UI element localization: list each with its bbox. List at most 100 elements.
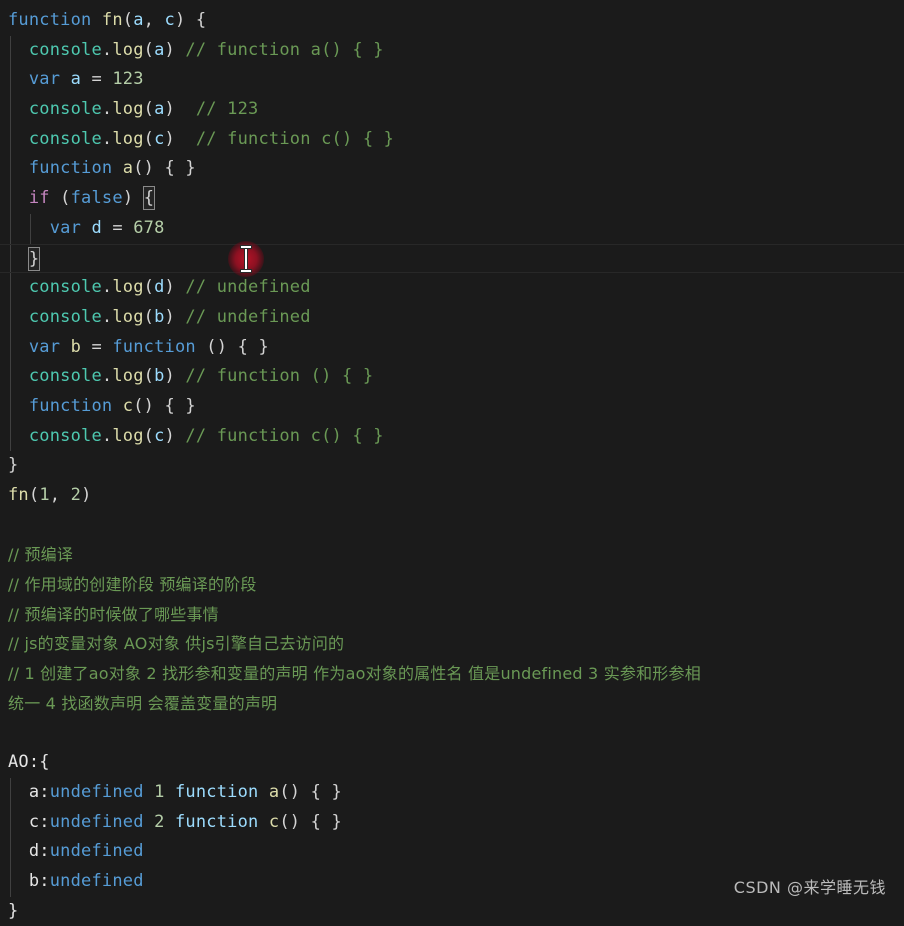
ao-key: c: (28, 811, 50, 832)
token-dot: . (101, 425, 113, 446)
code-editor-surface[interactable]: function fn(a, c) { console.log(a) // fu… (0, 0, 904, 921)
ao-key: b: (28, 870, 50, 891)
code-line[interactable]: if (false) { (0, 184, 904, 214)
code-line[interactable]: var b = function () { } (0, 332, 904, 363)
ao-value: undefined (49, 841, 144, 862)
ao-function-rest: () { } (279, 811, 342, 832)
token-keyword-false: false (70, 188, 123, 209)
token-keyword: function (28, 158, 113, 179)
token-object-console: console (28, 366, 102, 387)
code-line[interactable]: console.log(a) // function a() { } (0, 35, 904, 66)
token-punct: ( (143, 306, 155, 327)
code-line[interactable]: var d = 678 (0, 213, 904, 244)
token-function-name: c (122, 395, 134, 416)
code-line[interactable]: console.log(c) // function c() { } (0, 124, 904, 155)
comment-precompile-what: // 预编译的时候做了哪些事情 (8, 604, 219, 624)
comment-precompile: // 预编译 (8, 545, 74, 565)
token-dot: . (101, 39, 113, 60)
token-arg: c (154, 425, 165, 446)
token-function-name: fn (101, 10, 123, 30)
ao-order-number: 2 (154, 811, 165, 832)
token-punct: ( (143, 39, 155, 60)
code-line[interactable]: console.log(b) // function () { } (0, 362, 904, 392)
ao-key: d: (28, 841, 50, 862)
code-line[interactable]: // 1 创建了ao对象 2 找形参和变量的声明 作为ao对象的属性名 值是un… (0, 659, 904, 689)
token-punct: ) (164, 128, 175, 149)
ao-keyword-function: function (174, 781, 259, 802)
bracket-match-close: } (27, 246, 41, 271)
token-punct: , (49, 485, 71, 505)
token-comment: // undefined (185, 306, 311, 327)
token-method-log: log (112, 128, 144, 149)
ao-block-close: } (8, 900, 19, 921)
ao-value: undefined (49, 811, 144, 832)
code-line-wrapped[interactable]: 统一 4 找函数声明 会覆盖变量的声明 (0, 689, 904, 719)
token-identifier-b: b (70, 336, 82, 357)
code-line[interactable]: function c() { } (0, 391, 904, 422)
code-line[interactable]: console.log(c) // function c() { } (0, 421, 904, 452)
code-line[interactable]: // 作用域的创建阶段 预编译的阶段 (0, 570, 904, 600)
token-punct: ) (81, 485, 92, 505)
token-dot: . (101, 99, 113, 120)
token-number-arg2: 2 (70, 485, 82, 505)
token-punct: ) (164, 99, 175, 120)
token-punct: ) (122, 188, 144, 209)
comment-steps-part1: // 1 创建了ao对象 2 找形参和变量的声明 作为ao对象的属性名 值是un… (8, 664, 701, 684)
token-dot: . (101, 366, 113, 387)
ao-function-name: c (268, 811, 280, 832)
token-method-log: log (112, 99, 144, 120)
token-operator: = (81, 336, 113, 357)
token-object-console: console (28, 306, 102, 327)
token-number: 678 (133, 217, 165, 238)
ao-function-name: a (268, 781, 280, 802)
code-line[interactable]: console.log(d) // undefined (0, 273, 904, 303)
code-line[interactable]: var a = 123 (0, 65, 904, 95)
code-line-blank[interactable] (0, 719, 904, 749)
token-punct: ) { (174, 10, 207, 30)
code-line[interactable]: } (0, 451, 904, 481)
token-object-console: console (28, 277, 102, 298)
code-line-active[interactable]: } (0, 243, 904, 274)
token-keyword: function (8, 10, 92, 30)
code-line-blank[interactable] (0, 511, 904, 541)
token-object-console: console (28, 425, 102, 446)
code-line[interactable]: function fn(a, c) { (0, 6, 904, 36)
bracket-match-open: { (142, 186, 156, 211)
comment-ao-object: // js的变量对象 AO对象 供js引擎自己去访问的 (8, 634, 345, 654)
code-line[interactable]: AO:{ (0, 748, 904, 778)
token-punct: ) (164, 39, 175, 60)
code-line[interactable]: c:undefined 2 function c() { } (0, 807, 904, 838)
token-comment: // function c() { } (185, 425, 384, 446)
token-comment: // function a() { } (185, 39, 384, 60)
token-punct: ) (164, 306, 175, 327)
token-brace-close: } (8, 455, 19, 476)
token-object-console: console (28, 128, 102, 149)
code-line[interactable]: d:undefined (0, 837, 904, 867)
token-comment: // function c() { } (195, 128, 395, 149)
token-identifier: d (91, 217, 102, 238)
token-arg: a (154, 39, 165, 60)
ao-function-rest: () { } (279, 781, 342, 802)
code-line[interactable]: // 预编译的时候做了哪些事情 (0, 600, 904, 630)
token-keyword-var: var (28, 69, 61, 90)
code-line[interactable]: // js的变量对象 AO对象 供js引擎自己去访问的 (0, 629, 904, 659)
token-punct: () { } (195, 336, 269, 357)
token-operator: = (101, 217, 134, 238)
token-punct: () { } (133, 395, 196, 416)
token-dot: . (101, 277, 113, 298)
token-method-log: log (112, 425, 144, 446)
code-line[interactable]: // 预编译 (0, 540, 904, 570)
csdn-watermark: CSDN @来学睡无钱 (733, 878, 886, 898)
ao-block-open: AO:{ (8, 752, 50, 773)
code-line[interactable]: console.log(b) // undefined (0, 302, 904, 333)
code-line[interactable]: console.log(a) // 123 (0, 95, 904, 125)
token-punct: ( (143, 277, 155, 298)
token-number: 123 (112, 69, 144, 90)
code-line[interactable]: function a() { } (0, 154, 904, 184)
token-comment: // 123 (195, 99, 259, 120)
token-keyword-if: if (28, 188, 50, 209)
code-line[interactable]: fn(1, 2) (0, 481, 904, 511)
token-punct: ( (143, 128, 155, 149)
code-line[interactable]: a:undefined 1 function a() { } (0, 777, 904, 808)
